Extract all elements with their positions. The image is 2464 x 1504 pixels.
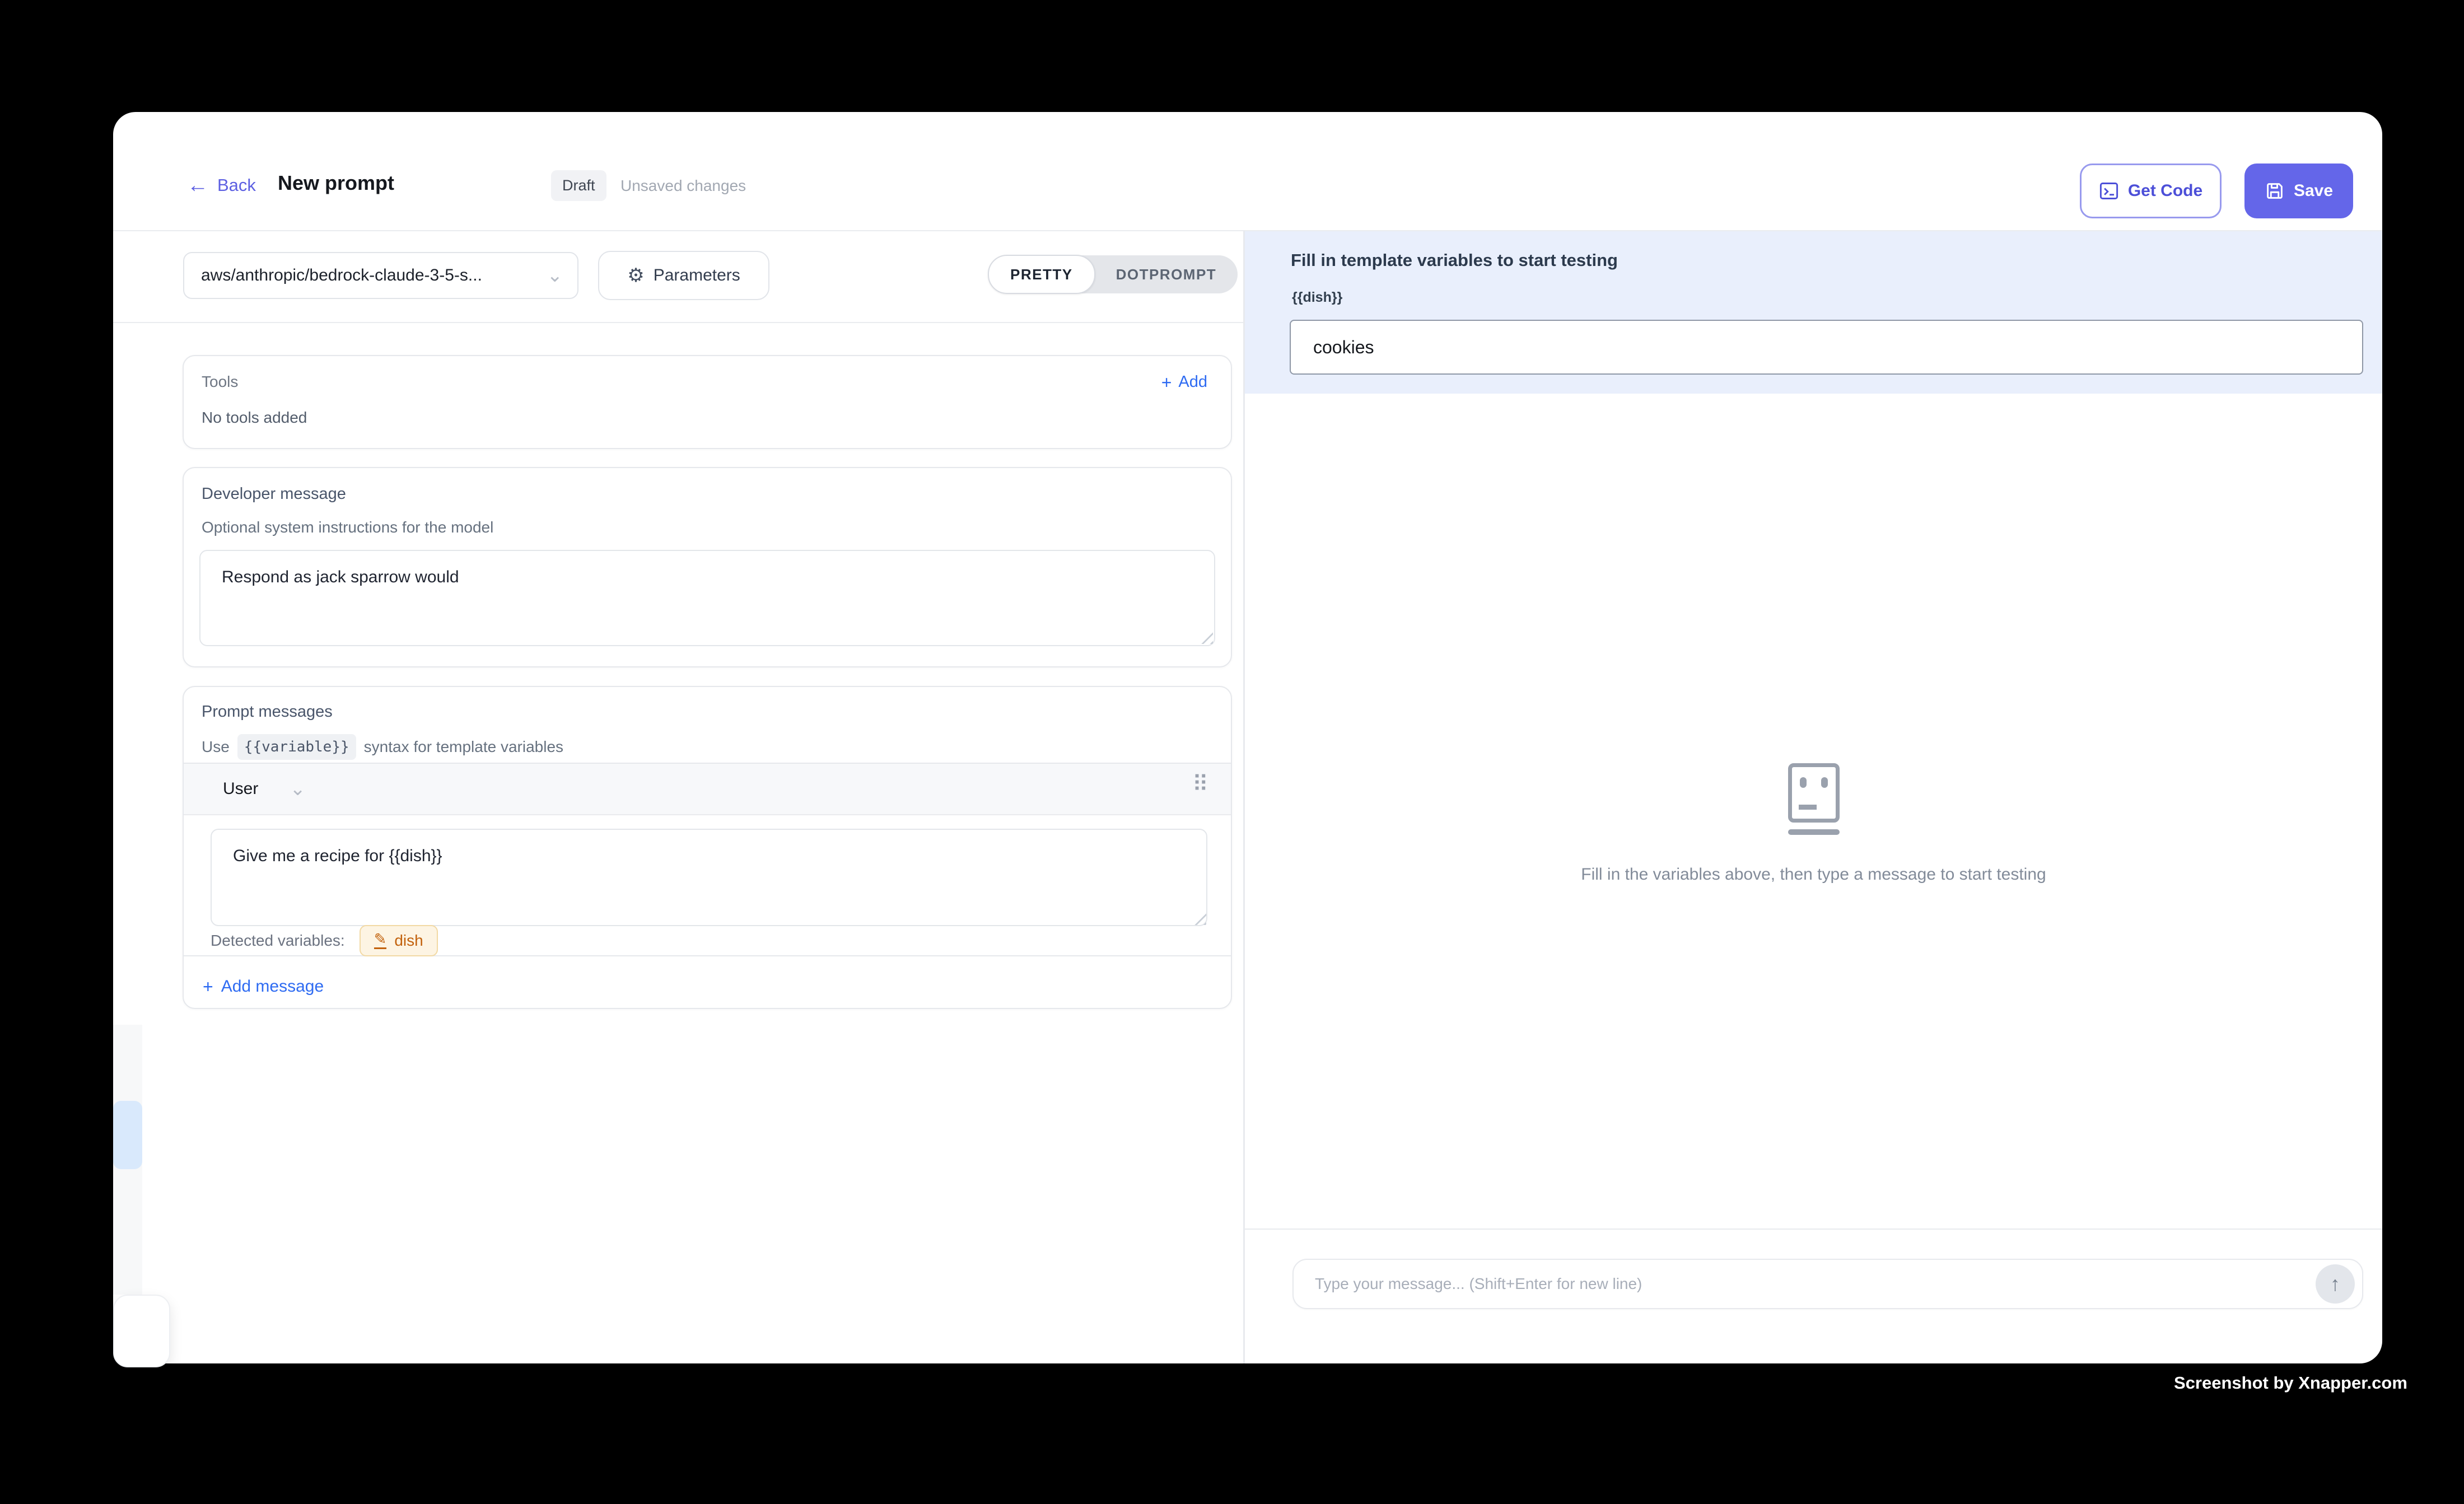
unsaved-changes-text: Unsaved changes bbox=[620, 177, 746, 195]
add-tool-button[interactable]: + Add bbox=[1161, 373, 1207, 391]
parameters-label: Parameters bbox=[654, 266, 740, 285]
chevron-down-icon: ⌄ bbox=[547, 266, 563, 285]
role-select[interactable]: User ⌄ bbox=[223, 779, 306, 798]
toggle-dotprompt[interactable]: DOTPROMPT bbox=[1095, 255, 1238, 293]
background-popover-fragment bbox=[113, 1295, 170, 1367]
view-mode-toggle: PRETTY DOTPROMPT bbox=[988, 255, 1238, 293]
back-arrow-icon: ← bbox=[187, 175, 208, 196]
prompt-messages-card: Prompt messages Use {{variable}} syntax … bbox=[183, 686, 1232, 1009]
save-icon bbox=[2265, 181, 2285, 201]
chevron-down-icon: ⌄ bbox=[290, 779, 306, 798]
chat-message-input[interactable] bbox=[1294, 1260, 2362, 1308]
chat-input-wrap: ↑ bbox=[1292, 1259, 2363, 1309]
back-button[interactable]: ← Back bbox=[187, 175, 256, 196]
screenshot-stage: ← Back New prompt Draft Unsaved changes … bbox=[0, 0, 2464, 1504]
watermark-text: Screenshot by Xnapper.com bbox=[2174, 1373, 2407, 1393]
bot-icon bbox=[1783, 763, 1845, 835]
message-textarea[interactable]: Give me a recipe for {{dish}} bbox=[211, 829, 1207, 926]
syntax-prefix: Use bbox=[202, 738, 230, 756]
send-arrow-icon: ↑ bbox=[2330, 1272, 2340, 1296]
tools-card: Tools + Add No tools added bbox=[183, 355, 1232, 449]
variable-value-input[interactable] bbox=[1290, 320, 2363, 375]
template-variables-panel: Fill in template variables to start test… bbox=[1245, 231, 2382, 394]
toggle-pretty[interactable]: PRETTY bbox=[988, 255, 1095, 294]
variable-badge-dish[interactable]: ✎ dish bbox=[360, 925, 438, 956]
detected-variables-label: Detected variables: bbox=[211, 932, 345, 950]
add-message-button[interactable]: + Add message bbox=[203, 977, 324, 996]
drag-handle-icon[interactable]: ⠿ bbox=[1192, 772, 1208, 797]
syntax-code-chip: {{variable}} bbox=[237, 734, 356, 760]
detected-variables-row: Detected variables: ✎ dish bbox=[211, 925, 438, 956]
add-tool-label: Add bbox=[1178, 373, 1207, 391]
save-label: Save bbox=[2294, 181, 2333, 200]
message-block: User ⌄ ⠿ Give me a recipe for {{dish}} D… bbox=[184, 763, 1231, 956]
variable-key-label: {{dish}} bbox=[1292, 289, 1342, 306]
get-code-label: Get Code bbox=[2128, 181, 2202, 200]
developer-message-subtitle: Optional system instructions for the mod… bbox=[202, 519, 493, 536]
send-button[interactable]: ↑ bbox=[2316, 1264, 2355, 1304]
developer-message-textarea[interactable]: Respond as jack sparrow would bbox=[199, 550, 1215, 646]
background-sidebar-active-item bbox=[113, 1101, 142, 1169]
add-message-label: Add message bbox=[221, 977, 324, 996]
page-title: New prompt bbox=[278, 171, 394, 195]
terminal-icon bbox=[2099, 181, 2119, 201]
empty-state-text: Fill in the variables above, then type a… bbox=[1245, 865, 2382, 884]
tools-empty-text: No tools added bbox=[202, 409, 307, 427]
model-bar-divider bbox=[113, 322, 1243, 323]
model-select-value: aws/anthropic/bedrock-claude-3-5-s... bbox=[201, 266, 482, 285]
chat-divider bbox=[1245, 1229, 2382, 1230]
role-value: User bbox=[223, 779, 258, 798]
chat-empty-state: Fill in the variables above, then type a… bbox=[1245, 763, 2382, 884]
save-button[interactable]: Save bbox=[2244, 164, 2353, 218]
model-select[interactable]: aws/anthropic/bedrock-claude-3-5-s... ⌄ bbox=[183, 252, 578, 299]
test-panel-title: Fill in template variables to start test… bbox=[1291, 250, 1618, 270]
tools-title: Tools bbox=[202, 373, 238, 391]
back-label: Back bbox=[217, 175, 256, 195]
plus-icon: + bbox=[1161, 373, 1172, 391]
status-badge: Draft bbox=[551, 170, 606, 201]
syntax-suffix: syntax for template variables bbox=[364, 738, 563, 756]
syntax-hint: Use {{variable}} syntax for template var… bbox=[202, 734, 563, 760]
plus-icon: + bbox=[203, 978, 213, 996]
prompt-messages-title: Prompt messages bbox=[202, 703, 333, 721]
gear-icon: ⚙ bbox=[627, 266, 644, 285]
message-header: User ⌄ ⠿ bbox=[184, 764, 1231, 815]
pencil-icon: ✎ bbox=[374, 932, 387, 949]
parameters-button[interactable]: ⚙ Parameters bbox=[598, 251, 769, 300]
variable-badge-label: dish bbox=[394, 932, 423, 950]
developer-message-title: Developer message bbox=[202, 485, 346, 503]
prompt-editor-window: ← Back New prompt Draft Unsaved changes … bbox=[113, 112, 2382, 1363]
developer-message-card: Developer message Optional system instru… bbox=[183, 467, 1232, 667]
get-code-button[interactable]: Get Code bbox=[2080, 164, 2222, 218]
